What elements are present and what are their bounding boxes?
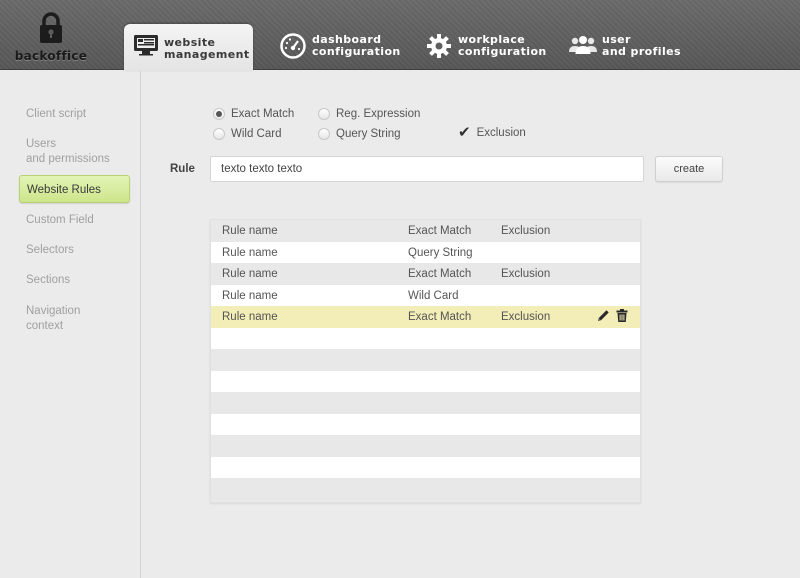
match-type-cell: Wild Card xyxy=(408,289,459,302)
tab-website-management[interactable]: website management xyxy=(124,24,253,71)
tab-dashboard-configuration[interactable]: dashboard configuration xyxy=(278,24,408,70)
tab-workplace-configuration[interactable]: workplace configuration xyxy=(425,24,555,70)
sidebar-item-navigation-context[interactable]: Navigation context xyxy=(26,304,80,334)
users-icon xyxy=(569,36,597,54)
exclusion-cell: Exclusion xyxy=(501,268,551,280)
rule-name-cell: Rule name xyxy=(222,246,278,259)
logo[interactable]: backoffice xyxy=(0,0,110,70)
top-bar: backoffice website management dashboard … xyxy=(0,0,800,71)
radio-button[interactable] xyxy=(213,108,225,120)
tab-label: website management xyxy=(164,36,250,61)
monitor-icon xyxy=(134,35,158,56)
checkbox-label: Exclusion xyxy=(476,127,526,139)
rule-input[interactable] xyxy=(210,156,644,182)
sidebar-item-website-rules[interactable]: Website Rules xyxy=(19,175,130,203)
empty-row xyxy=(211,327,640,349)
gear-icon xyxy=(427,34,451,58)
table-row[interactable]: Rule name Exact Match Exclusion xyxy=(211,263,640,285)
table-row-selected[interactable]: Rule name Exact Match Exclusion xyxy=(211,306,640,328)
rules-table: Rule name Exact Match Exclusion Rule nam… xyxy=(210,219,641,503)
logo-text: backoffice xyxy=(14,49,88,63)
rule-label: Rule xyxy=(170,163,195,175)
radio-label: Wild Card xyxy=(231,128,282,140)
empty-row xyxy=(211,392,640,414)
radio-label: Query String xyxy=(336,128,401,140)
radio-button[interactable] xyxy=(213,128,225,140)
lock-icon xyxy=(40,12,62,43)
empty-row xyxy=(211,478,640,500)
radio-exact-match[interactable]: Exact Match xyxy=(213,108,294,120)
radio-label: Reg. Expression xyxy=(336,108,421,120)
empty-row xyxy=(211,413,640,435)
tab-label: workplace configuration xyxy=(458,33,547,58)
row-actions xyxy=(597,309,628,322)
sidebar: Client script Users and permissions Webs… xyxy=(0,71,141,578)
match-type-cell: Exact Match xyxy=(408,268,472,280)
empty-row xyxy=(211,435,640,457)
trash-icon[interactable] xyxy=(616,309,628,322)
match-type-cell: Query String xyxy=(408,246,473,259)
table-row[interactable]: Rule name Exact Match Exclusion xyxy=(211,220,640,242)
radio-reg-expression[interactable]: Reg. Expression xyxy=(318,108,420,120)
radio-label: Exact Match xyxy=(231,108,295,120)
match-type-cell: Exact Match xyxy=(408,311,472,323)
tab-label: dashboard configuration xyxy=(312,33,401,58)
exclusion-cell: Exclusion xyxy=(501,311,551,323)
sidebar-item-users-and-permissions[interactable]: Users and permissions xyxy=(26,137,110,167)
rule-name-cell: Rule name xyxy=(222,311,278,323)
table-row[interactable]: Rule name Wild Card xyxy=(211,284,640,306)
tab-user-and-profiles[interactable]: user and profiles xyxy=(568,24,688,70)
empty-row xyxy=(211,456,640,478)
checkbox-exclusion[interactable]: ✔ Exclusion xyxy=(458,125,526,140)
checkmark-icon[interactable]: ✔ xyxy=(458,125,471,140)
radio-wild-card[interactable]: Wild Card xyxy=(213,128,281,140)
exclusion-cell: Exclusion xyxy=(501,225,551,237)
tab-label: user and profiles xyxy=(602,33,681,58)
empty-row xyxy=(211,370,640,392)
match-type-cell: Exact Match xyxy=(408,225,472,237)
sidebar-item-client-script[interactable]: Client script xyxy=(26,107,86,122)
rule-name-cell: Rule name xyxy=(222,289,278,302)
rule-name-cell: Rule name xyxy=(222,268,278,280)
table-row[interactable]: Rule name Query String xyxy=(211,241,640,263)
sidebar-item-custom-field[interactable]: Custom Field xyxy=(26,213,94,228)
radio-button[interactable] xyxy=(318,108,330,120)
radio-query-string[interactable]: Query String xyxy=(318,128,401,140)
create-button[interactable]: create xyxy=(655,156,723,182)
radio-button[interactable] xyxy=(318,128,330,140)
sidebar-item-sections[interactable]: Sections xyxy=(26,273,70,288)
speedometer-icon xyxy=(280,33,306,59)
pencil-icon[interactable] xyxy=(597,309,610,322)
sidebar-item-selectors[interactable]: Selectors xyxy=(26,243,74,258)
rule-name-cell: Rule name xyxy=(222,225,278,237)
empty-row xyxy=(211,349,640,371)
